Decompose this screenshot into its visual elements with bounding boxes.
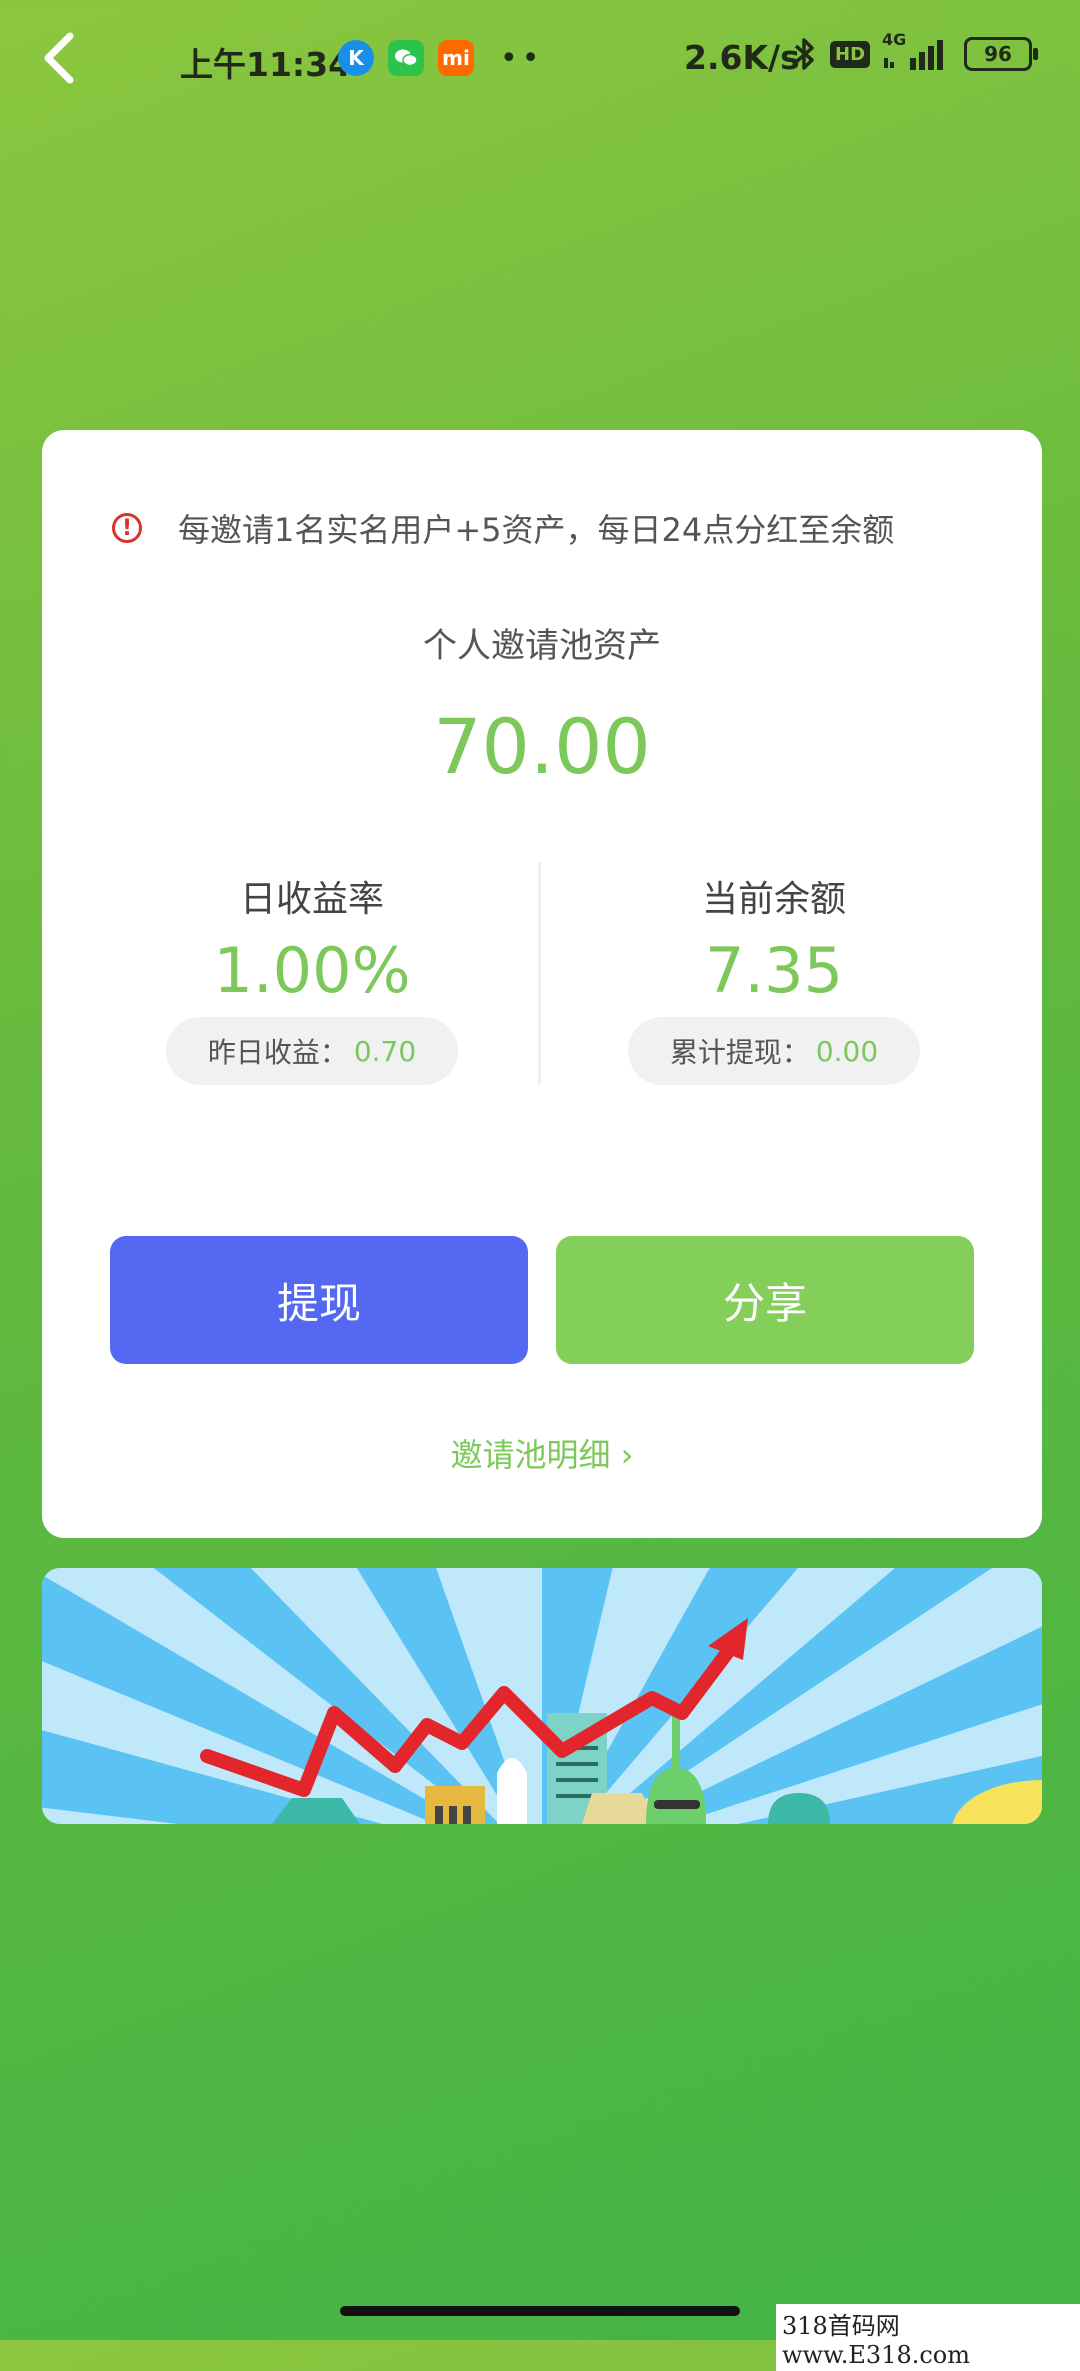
- pool-asset-amount: 70.00: [433, 702, 651, 791]
- current-balance-value: 7.35: [704, 934, 844, 1007]
- stat-divider: [538, 862, 541, 1084]
- current-balance-stat: 当前余额 7.35 累计提现： 0.00: [574, 870, 974, 1085]
- bluetooth-icon: [794, 38, 814, 70]
- network-speed: 2.6K/s: [684, 38, 800, 77]
- kugou-icon: K: [338, 40, 374, 76]
- watermark: 318首码网 www.E318.com: [776, 2304, 1080, 2371]
- mi-icon: mi: [438, 40, 474, 76]
- wechat-icon: [388, 40, 424, 76]
- battery-icon: 96: [964, 37, 1039, 71]
- pool-asset-label: 个人邀请池资产: [423, 626, 661, 666]
- share-button[interactable]: 分享: [556, 1236, 974, 1364]
- withdraw-button[interactable]: 提现: [110, 1236, 528, 1364]
- hd-icon: HD: [830, 40, 871, 68]
- more-notifications-icon: ••: [500, 40, 544, 76]
- alert-icon: !: [112, 513, 142, 543]
- yesterday-earnings-value: 0.70: [353, 1034, 417, 1068]
- promo-banner[interactable]: [42, 1568, 1042, 1824]
- yesterday-earnings-pill: 昨日收益： 0.70: [166, 1017, 458, 1085]
- notice-row: ! 每邀请1名实名用户+5资产，每日24点分红至余额: [112, 505, 894, 551]
- status-bar: 上午11:34 K mi •• 2.6K/s HD 4G 96: [0, 0, 1080, 120]
- signal-icon: 4G: [882, 30, 952, 72]
- current-balance-label: 当前余额: [701, 879, 846, 920]
- daily-rate-stat: 日收益率 1.00% 昨日收益： 0.70: [112, 870, 512, 1085]
- total-withdrawn-value: 0.00: [815, 1034, 879, 1068]
- daily-rate-value: 1.00%: [213, 934, 411, 1007]
- invite-pool-card: ! 每邀请1名实名用户+5资产，每日24点分红至余额 个人邀请池资产 70.00…: [42, 430, 1042, 1538]
- back-arrow-icon[interactable]: [40, 30, 80, 86]
- total-withdrawn-pill: 累计提现： 0.00: [628, 1017, 920, 1085]
- home-indicator[interactable]: [340, 2306, 740, 2316]
- yesterday-earnings-label: 昨日收益：: [207, 1036, 348, 1069]
- notification-icons: K mi ••: [338, 40, 543, 76]
- daily-rate-label: 日收益率: [239, 879, 384, 920]
- status-time: 上午11:34: [180, 45, 352, 84]
- notice-text: 每邀请1名实名用户+5资产，每日24点分红至余额: [178, 511, 895, 549]
- battery-level: 96: [984, 42, 1012, 66]
- rising-chart-illustration: [42, 1568, 1042, 1824]
- total-withdrawn-label: 累计提现：: [669, 1036, 810, 1069]
- invite-pool-detail-link[interactable]: 邀请池明细 ›: [42, 1430, 1042, 1476]
- system-icons: HD 4G 96: [792, 30, 1039, 72]
